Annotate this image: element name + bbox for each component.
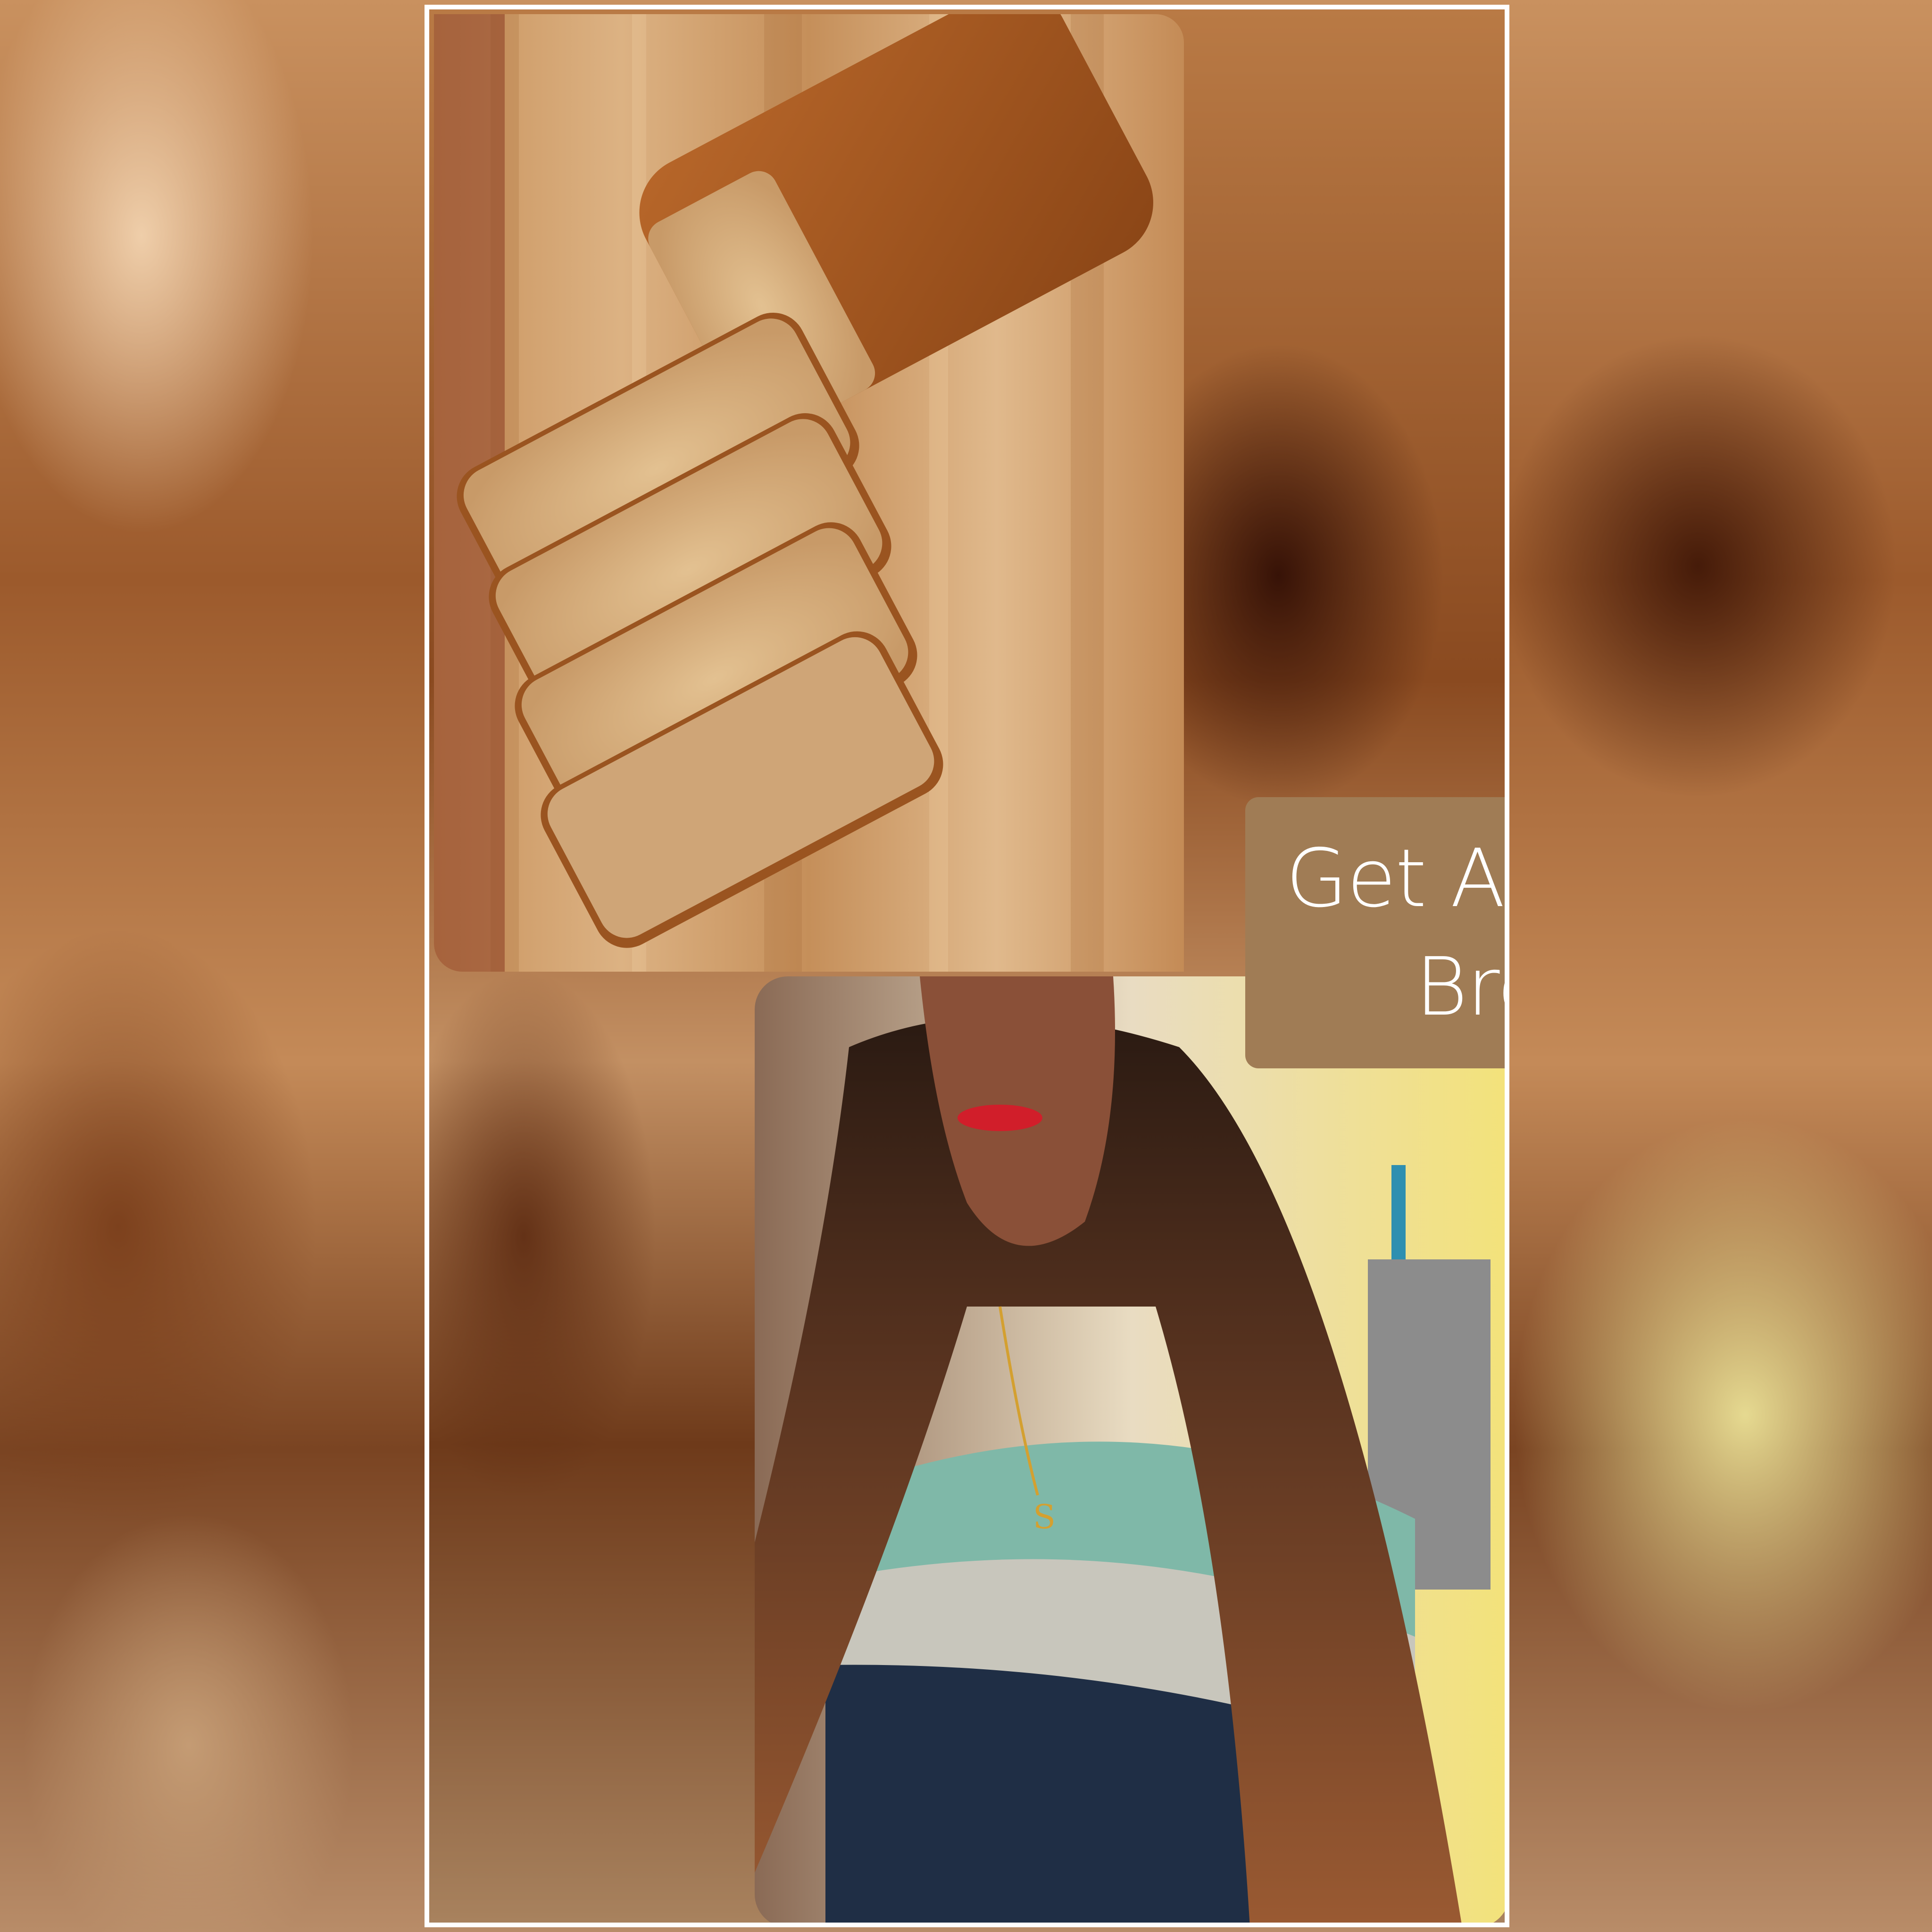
white-frame: S Get A Brown Bread [425, 5, 1509, 1927]
title-text: Get A Brown Bread [1285, 832, 1505, 1034]
portrait-photo-illustration: S [755, 976, 1505, 1923]
bread-photo [434, 14, 1184, 972]
portrait-photo: S [755, 976, 1505, 1923]
svg-text:S: S [1033, 1498, 1056, 1536]
bread-photo-illustration [434, 14, 1184, 972]
collage-canvas: S Get A Brown Bread [0, 0, 1932, 1932]
title-card: Get A Brown Bread [1245, 797, 1505, 1068]
